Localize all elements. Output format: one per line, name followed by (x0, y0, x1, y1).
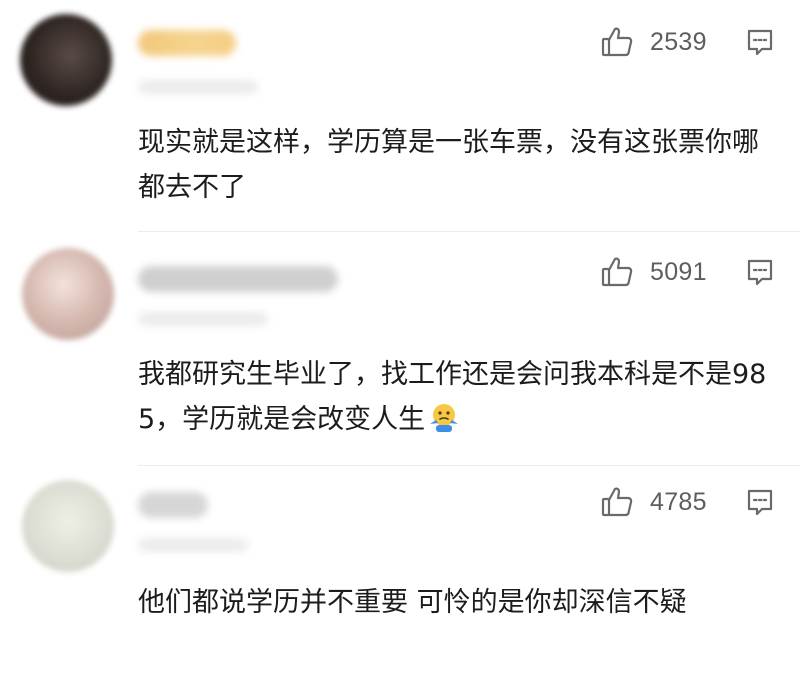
comment-feed: 2539 现实就是这样，学历算是一张车票，没有这张票你哪都去不了 5091 我都… (0, 0, 800, 685)
comment-bubble-icon (745, 27, 775, 57)
avatar[interactable] (22, 248, 114, 340)
avatar[interactable] (20, 14, 112, 106)
username-blurred[interactable] (138, 266, 338, 292)
username-blurred[interactable] (138, 492, 208, 518)
comment-text: 现实就是这样，学历算是一张车票，没有这张票你哪都去不了 (138, 127, 759, 203)
thumbs-up-icon (600, 25, 634, 59)
like-count: 2539 (650, 27, 707, 56)
comment-item: 5091 我都研究生毕业了，找工作还是会问我本科是不是985，学历就是会改变人生 (0, 232, 800, 466)
thinking-shrug-emoji (427, 400, 461, 434)
comment-meta-blurred (138, 80, 258, 94)
like-count: 5091 (650, 257, 707, 286)
reply-button[interactable] (745, 257, 775, 287)
thumbs-up-icon (600, 255, 634, 289)
comment-text: 我都研究生毕业了，找工作还是会问我本科是不是985，学历就是会改变人生 (138, 352, 778, 442)
like-button[interactable]: 4785 (600, 484, 720, 520)
like-count: 4785 (650, 487, 707, 516)
comment-item: 4785 他们都说学历并不重要 可怜的是你却深信不疑 (0, 466, 800, 685)
like-button[interactable]: 5091 (600, 254, 720, 290)
comment-item: 2539 现实就是这样，学历算是一张车票，没有这张票你哪都去不了 (0, 0, 800, 232)
comment-text: 他们都说学历并不重要 可怜的是你却深信不疑 (138, 587, 687, 618)
thumbs-up-icon (600, 485, 634, 519)
reply-button[interactable] (745, 487, 775, 517)
username-blurred[interactable] (138, 30, 236, 56)
comment-bubble-icon (745, 257, 775, 287)
like-button[interactable]: 2539 (600, 24, 720, 60)
avatar[interactable] (22, 480, 114, 572)
comment-meta-blurred (138, 312, 268, 326)
reply-button[interactable] (745, 27, 775, 57)
comment-bubble-icon (745, 487, 775, 517)
comment-meta-blurred (138, 538, 248, 552)
